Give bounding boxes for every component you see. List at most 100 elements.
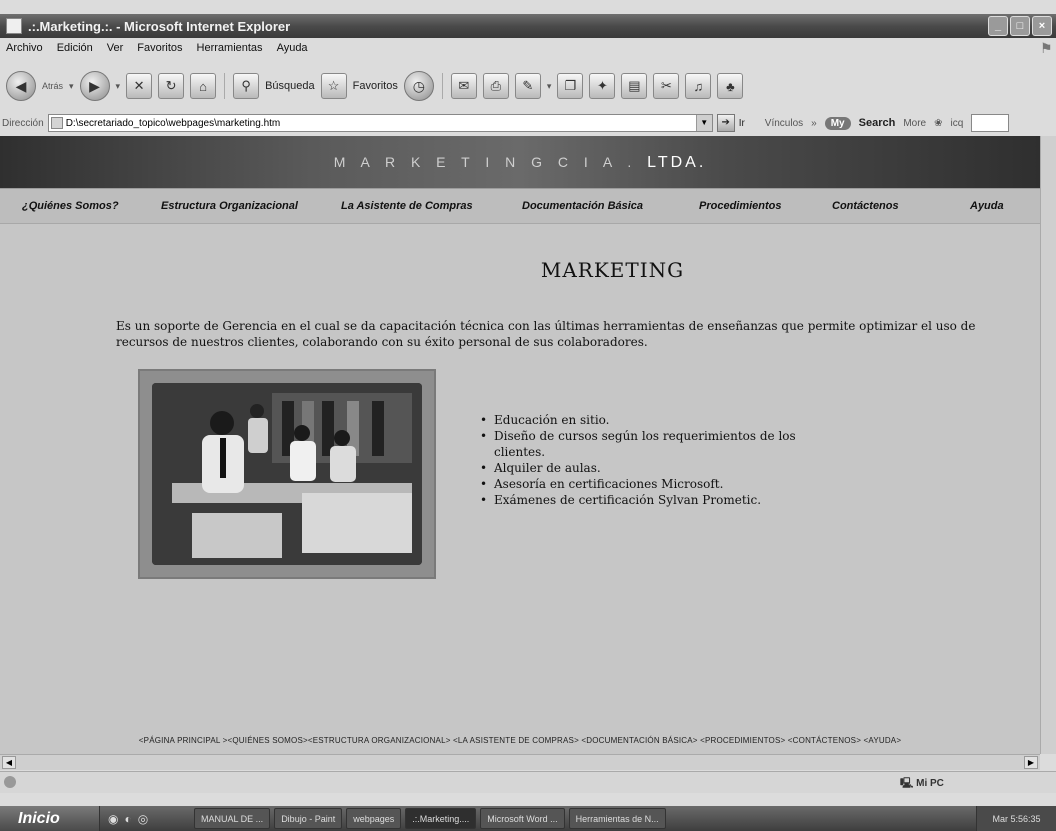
list-item: Educación en sitio.: [480, 412, 825, 428]
address-bar: Dirección D:\secretariado_topico\webpage…: [0, 112, 1056, 134]
task-marketing[interactable]: .:.Marketing....: [405, 808, 477, 829]
media-icon[interactable]: ♫: [685, 73, 712, 99]
edit-icon[interactable]: ✎: [514, 73, 541, 99]
window-controls: _ □ ×: [988, 16, 1052, 36]
menu-herramientas[interactable]: Herramientas: [197, 42, 263, 54]
menu-favoritos[interactable]: Favoritos: [137, 42, 182, 54]
nav-estructura-organizacional[interactable]: Estructura Organizacional: [161, 200, 298, 212]
refresh-icon[interactable]: ↻: [158, 73, 185, 99]
page-icon: [50, 117, 63, 129]
list-item: Alquiler de aulas.: [480, 460, 825, 476]
mysearch-button[interactable]: Search: [859, 117, 896, 129]
search-button-label[interactable]: Búsqueda: [265, 80, 315, 92]
favorites-star-icon[interactable]: ☆: [320, 73, 347, 99]
search-icon[interactable]: ⚲: [233, 73, 260, 99]
security-zone-label: Mi PC: [916, 778, 944, 789]
back-arrow-icon[interactable]: ◀: [6, 71, 36, 101]
list-item: Exámenes de certificación Sylvan Prometi…: [480, 492, 825, 508]
nav-asistente-compras[interactable]: La Asistente de Compras: [341, 200, 473, 212]
links-chevron-icon[interactable]: »: [811, 118, 817, 129]
nav-documentacion-basica[interactable]: Documentación Básica: [522, 200, 643, 212]
office-scene-illustration: [152, 383, 422, 565]
address-input[interactable]: D:\secretariado_topico\webpages\marketin…: [47, 114, 713, 132]
mail-icon[interactable]: ✉: [450, 73, 477, 99]
vertical-scrollbar[interactable]: [1040, 136, 1056, 754]
system-tray: Mar 5:56:35: [976, 806, 1056, 831]
task-webpages[interactable]: webpages: [346, 808, 402, 829]
tray-clock: Mar 5:56:35: [992, 813, 1041, 824]
links-label[interactable]: Vínculos: [765, 118, 803, 129]
office-photo: [152, 383, 422, 565]
forward-arrow-icon[interactable]: ▶: [79, 71, 110, 101]
menu-ver[interactable]: Ver: [107, 42, 124, 54]
edit-dropdown-icon[interactable]: ▾: [547, 81, 552, 92]
site-banner: M A R K E T I N G C I A . LTDA.: [0, 136, 1040, 188]
security-zone: 🖳 Mi PC: [900, 776, 1050, 793]
page-viewport: M A R K E T I N G C I A . LTDA. ¿Quiénes…: [0, 136, 1040, 754]
menu-archivo[interactable]: Archivo: [6, 42, 43, 54]
scroll-left-icon[interactable]: ◀: [2, 756, 16, 769]
close-button[interactable]: ×: [1032, 16, 1052, 36]
maximize-button[interactable]: □: [1010, 16, 1030, 36]
toolbar-separator: [441, 73, 443, 99]
mysearch-logo-icon[interactable]: My: [824, 116, 851, 130]
messenger-icon[interactable]: ✦: [589, 73, 616, 99]
start-button-label[interactable]: Inicio: [18, 810, 60, 828]
quicklaunch-desktop-icon[interactable]: ◐: [124, 812, 131, 826]
site-nav: ¿Quiénes Somos? Estructura Organizaciona…: [0, 188, 1040, 224]
nav-contactenos[interactable]: Contáctenos: [832, 200, 899, 212]
icq-flower-icon[interactable]: ❀: [934, 118, 942, 129]
nav-ayuda[interactable]: Ayuda: [970, 200, 1004, 212]
favorites-button-label[interactable]: Favoritos: [353, 80, 398, 92]
list-item: Asesoría en certificaciones Microsoft.: [480, 476, 825, 492]
research-icon[interactable]: ▤: [621, 73, 648, 99]
go-button-label[interactable]: Ir: [739, 118, 745, 129]
history-icon[interactable]: ◷: [403, 71, 434, 101]
task-word[interactable]: Microsoft Word ...: [480, 808, 565, 829]
back-button-label[interactable]: Atrás: [42, 81, 63, 91]
status-bar: 🖳 Mi PC: [0, 771, 1056, 793]
links-area: Vínculos » My Search More ❀ icq: [765, 114, 1010, 132]
start-button[interactable]: Inicio: [0, 806, 100, 831]
taskbar: Inicio ◉ ◐ ◎ MANUAL DE ... Dibujo - Pain…: [0, 806, 1056, 831]
minimize-button[interactable]: _: [988, 16, 1008, 36]
task-herramientas[interactable]: Herramientas de N...: [568, 808, 666, 829]
quicklaunch-ie-icon[interactable]: ◉: [108, 812, 118, 826]
menu-ayuda[interactable]: Ayuda: [277, 42, 308, 54]
scroll-right-icon[interactable]: ▶: [1024, 756, 1038, 769]
go-arrow-icon[interactable]: ➔: [716, 114, 735, 132]
toolbar-separator: [224, 73, 226, 99]
page-title: MARKETING: [540, 258, 685, 282]
icq-button[interactable]: icq: [951, 118, 964, 129]
forward-dropdown-icon[interactable]: ▾: [116, 81, 121, 92]
print-icon[interactable]: ⎙: [482, 73, 509, 99]
address-value[interactable]: D:\secretariado_topico\webpages\marketin…: [66, 118, 281, 129]
office-photo-frame: [138, 369, 436, 579]
tool-icon[interactable]: ✂: [653, 73, 680, 99]
footer-nav-links[interactable]: <PÁGINA PRINCIPAL ><QUIÉNES SOMOS><ESTRU…: [0, 736, 1040, 745]
discuss-icon[interactable]: ❐: [557, 73, 584, 99]
horizontal-scrollbar[interactable]: ◀ ▶: [0, 754, 1040, 770]
more-button[interactable]: More: [903, 118, 926, 129]
nav-procedimientos[interactable]: Procedimientos: [699, 200, 782, 212]
banner-company-name: M A R K E T I N G C I A .: [333, 154, 638, 170]
menu-edicion[interactable]: Edición: [57, 42, 93, 54]
intro-paragraph: Es un soporte de Gerencia en el cual se …: [116, 319, 976, 349]
task-manual[interactable]: MANUAL DE ...: [194, 808, 271, 829]
quicklaunch-media-icon[interactable]: ◎: [138, 812, 148, 826]
back-dropdown-icon[interactable]: ▾: [69, 81, 74, 92]
nav-quienes-somos[interactable]: ¿Quiénes Somos?: [22, 200, 119, 212]
home-icon[interactable]: ⌂: [190, 73, 217, 99]
page-status-icon: [4, 776, 16, 788]
ie-app-icon: [6, 18, 22, 34]
toolbar: ◀ Atrás ▾ ▶ ▾ ✕ ↻ ⌂ ⚲ Búsqueda ☆ Favorit…: [0, 62, 1056, 110]
services-list: Educación en sitio. Diseño de cursos seg…: [480, 412, 825, 508]
stop-icon[interactable]: ✕: [126, 73, 153, 99]
window-title: .:.Marketing.:. - Microsoft Internet Exp…: [28, 18, 291, 34]
menu-bar: Archivo Edición Ver Favoritos Herramient…: [0, 38, 1040, 58]
title-bar: .:.Marketing.:. - Microsoft Internet Exp…: [0, 14, 1056, 38]
address-dropdown-icon[interactable]: ▼: [695, 115, 712, 131]
task-paint[interactable]: Dibujo - Paint: [274, 808, 343, 829]
toolbar-search-box[interactable]: [971, 114, 1010, 132]
addon-icon[interactable]: ♣: [717, 73, 744, 99]
